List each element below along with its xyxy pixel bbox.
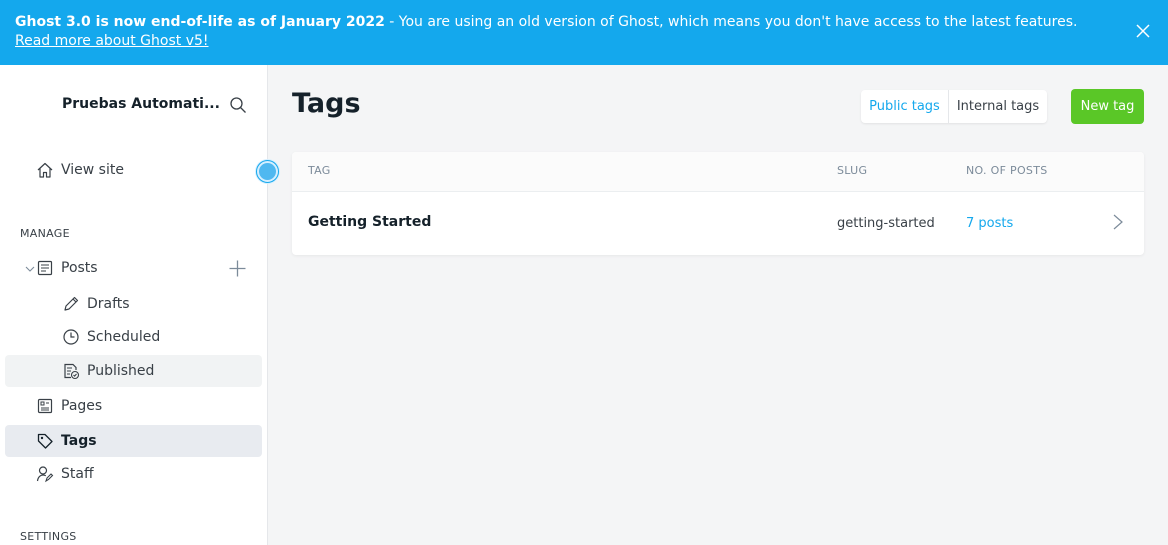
sidebar-item-drafts[interactable]: Drafts	[5, 288, 262, 320]
sidebar-item-view-site[interactable]: View site	[5, 154, 262, 186]
internal-tags-button[interactable]: Internal tags	[948, 90, 1047, 123]
sidebar-item-label: View site	[61, 162, 124, 178]
banner-link[interactable]: Read more about Ghost v5!	[15, 33, 209, 49]
pencil-icon	[64, 296, 79, 311]
table-row[interactable]: Getting Started getting-started 7 posts	[292, 193, 1144, 255]
tags-table: TAG SLUG NO. OF POSTS Getting Started ge…	[292, 152, 1144, 255]
sidebar-item-scheduled[interactable]: Scheduled	[5, 321, 262, 353]
clock-icon	[63, 329, 79, 345]
column-header-posts[interactable]: NO. OF POSTS	[966, 164, 1048, 177]
sidebar-item-label: Drafts	[87, 296, 130, 312]
sidebar-item-tags[interactable]: Tags	[5, 425, 262, 457]
sidebar-item-label: Staff	[61, 466, 94, 482]
tag-icon	[37, 433, 53, 449]
column-header-slug: SLUG	[837, 164, 868, 177]
new-tag-button[interactable]: New tag	[1071, 89, 1144, 124]
home-icon	[37, 162, 53, 178]
banner-message: Ghost 3.0 is now end-of-life as of Janua…	[15, 13, 1105, 51]
sidebar-item-label: Pages	[61, 398, 103, 414]
published-doc-icon	[64, 363, 80, 380]
sidebar-item-published[interactable]: Published	[5, 355, 262, 387]
settings-section-label: SETTINGS	[20, 530, 77, 543]
chevron-down-icon[interactable]	[25, 265, 35, 273]
plus-icon[interactable]	[228, 259, 247, 278]
manage-section-label: MANAGE	[20, 227, 70, 240]
tag-post-count[interactable]: 7 posts	[966, 216, 1013, 231]
site-title[interactable]: Pruebas Automati...	[62, 96, 220, 112]
sidebar: Pruebas Automati... View site MANAGE Pos…	[0, 65, 280, 545]
sidebar-item-label: Scheduled	[87, 329, 161, 345]
sidebar-item-label: Tags	[61, 433, 97, 449]
sidebar-item-staff[interactable]: Staff	[5, 458, 262, 490]
tag-filter-toggle: Public tags Internal tags	[861, 90, 1047, 123]
sidebar-item-label: Posts	[61, 260, 98, 276]
status-pulse-icon	[255, 159, 280, 184]
sidebar-item-pages[interactable]: Pages	[5, 390, 262, 422]
banner-text: - You are using an old version of Ghost,…	[384, 14, 1078, 30]
table-header: TAG SLUG NO. OF POSTS	[292, 152, 1144, 192]
sidebar-item-label: Published	[87, 363, 155, 379]
tag-slug: getting-started	[837, 216, 935, 231]
staff-icon	[36, 466, 54, 483]
public-tags-button[interactable]: Public tags	[861, 90, 948, 123]
pages-icon	[37, 398, 53, 414]
sidebar-item-posts[interactable]: Posts	[5, 252, 205, 284]
column-header-tag: TAG	[308, 164, 331, 177]
posts-icon	[37, 260, 53, 276]
chevron-right-icon[interactable]	[1112, 213, 1124, 231]
tag-name[interactable]: Getting Started	[308, 214, 431, 230]
banner-bold-text: Ghost 3.0 is now end-of-life as of Janua…	[15, 14, 385, 30]
search-icon[interactable]	[229, 96, 247, 114]
close-icon[interactable]	[1134, 22, 1152, 40]
eol-banner: Ghost 3.0 is now end-of-life as of Janua…	[0, 0, 1168, 65]
page-title: Tags	[292, 88, 361, 119]
